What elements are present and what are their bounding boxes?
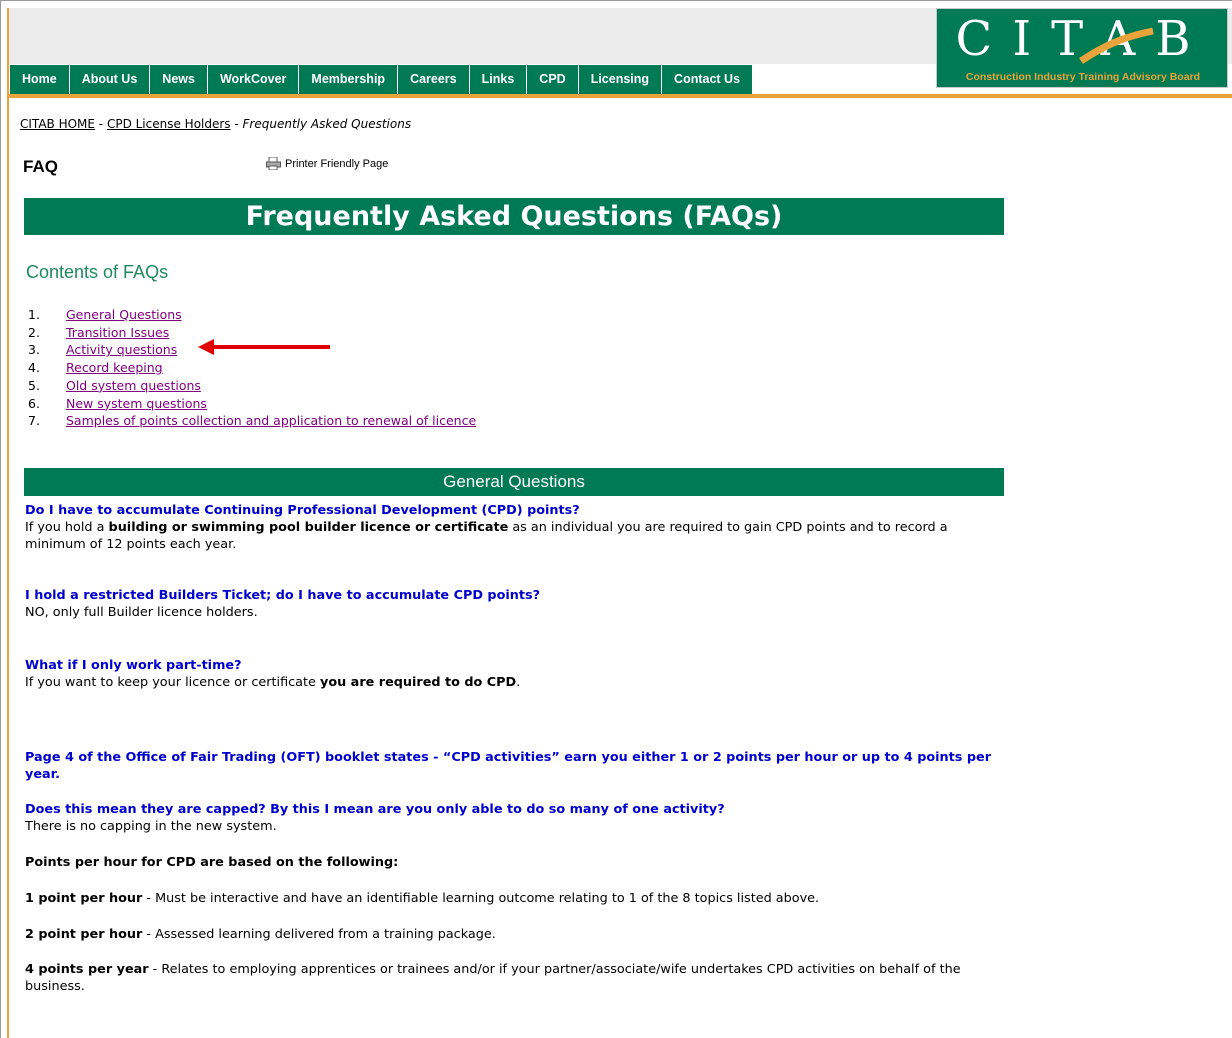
faq-item: Do I have to accumulate Continuing Profe… <box>25 502 1005 553</box>
printer-friendly-label: Printer Friendly Page <box>285 157 389 170</box>
toc-link-general-questions[interactable]: General Questions <box>66 307 182 322</box>
answer-emphasis: you are required to do CPD <box>319 675 517 690</box>
faq-contents-list: 1. General Questions 2. Transition Issues … <box>28 306 476 430</box>
breadcrumb-separator: - <box>94 117 107 131</box>
list-item: 4. Record keeping <box>28 359 476 377</box>
faq-item: I hold a restricted Builders Ticket; do … <box>25 587 1005 621</box>
nav-about-us[interactable]: About Us <box>70 65 151 94</box>
points-rule-text: - Assessed learning delivered from a tra… <box>142 927 496 942</box>
nav-contact-us[interactable]: Contact Us <box>662 65 752 94</box>
faq-answer: There is no capping in the new system. <box>25 819 277 834</box>
header-divider <box>8 94 1232 98</box>
faq-question: What if I only work part-time? <box>25 658 242 673</box>
toc-link-record-keeping[interactable]: Record keeping <box>66 360 163 375</box>
answer-text: If you want to keep your licence or cert… <box>25 675 320 690</box>
page-heading: FAQ <box>23 157 58 176</box>
toc-link-old-system-questions[interactable]: Old system questions <box>66 378 201 393</box>
toc-link-activity-questions[interactable]: Activity questions <box>66 342 177 357</box>
faq-item: Does this mean they are capped? By this … <box>25 801 1005 835</box>
red-arrow-icon <box>198 339 330 355</box>
main-nav: Home About Us News WorkCover Membership … <box>10 65 753 94</box>
points-rule-label: 2 point per hour <box>25 927 143 942</box>
points-heading: Points per hour for CPD are based on the… <box>25 855 399 870</box>
answer-text: . <box>516 675 521 690</box>
points-rule: 1 point per hour - Must be interactive a… <box>25 890 1005 907</box>
citab-logo[interactable]: CITAB Construction Industry Training Adv… <box>936 8 1228 88</box>
nav-cpd[interactable]: CPD <box>527 65 579 94</box>
list-number: 3. <box>28 342 40 358</box>
faq-item: Page 4 of the Office of Fair Trading (OF… <box>25 749 1005 783</box>
breadcrumb-home-link[interactable]: CITAB HOME <box>20 117 95 131</box>
faq-item: What if I only work part-time? If you wa… <box>25 657 1005 691</box>
list-number: 7. <box>28 413 40 429</box>
points-rule-label: 1 point per hour <box>25 891 143 906</box>
section-title-general-questions: General Questions <box>24 468 1004 496</box>
faq-question: Page 4 of the Office of Fair Trading (OF… <box>25 750 992 782</box>
nav-home[interactable]: Home <box>10 65 70 94</box>
toc-link-samples-of-points[interactable]: Samples of points collection and applica… <box>66 413 476 428</box>
nav-careers[interactable]: Careers <box>398 65 470 94</box>
list-number: 5. <box>28 377 40 393</box>
nav-membership[interactable]: Membership <box>299 65 399 94</box>
points-rule-text: - Relates to employing apprentices or tr… <box>25 962 961 994</box>
list-number: 1. <box>28 307 40 322</box>
list-item: 6. New system questions <box>28 395 476 413</box>
nav-workcover[interactable]: WorkCover <box>208 65 300 94</box>
list-number: 4. <box>28 360 40 376</box>
logo-tagline: Construction Industry Training Advisory … <box>965 71 1201 83</box>
list-item: 1. General Questions <box>28 306 476 324</box>
faq-answer: NO, only full Builder licence holders. <box>25 605 258 620</box>
nav-links[interactable]: Links <box>470 65 528 94</box>
breadcrumb-separator: - <box>230 117 243 131</box>
toc-link-transition-issues[interactable]: Transition Issues <box>66 325 169 340</box>
faq-question: I hold a restricted Builders Ticket; do … <box>25 588 541 603</box>
breadcrumb-current: Frequently Asked Questions <box>242 117 412 131</box>
points-rule-text: - Must be interactive and have an identi… <box>142 891 820 906</box>
points-rule: 2 point per hour - Assessed learning del… <box>25 926 1005 943</box>
points-rule-label: 4 points per year <box>25 962 149 977</box>
faq-answer: If you want to keep your licence or cert… <box>25 674 1005 691</box>
faq-question: Does this mean they are capped? By this … <box>25 802 725 817</box>
answer-text: If you hold a <box>25 520 109 535</box>
contents-title: Contents of FAQs <box>26 262 169 282</box>
list-item: 5. Old system questions <box>28 377 476 395</box>
faq-question: Do I have to accumulate Continuing Profe… <box>25 503 580 518</box>
answer-emphasis: building or swimming pool builder licenc… <box>108 520 509 535</box>
list-item: 7. Samples of points collection and appli… <box>28 412 476 430</box>
printer-friendly-link[interactable]: Printer Friendly Page <box>266 157 388 170</box>
left-accent-bar <box>7 8 9 1038</box>
printer-icon <box>266 157 281 170</box>
list-number: 6. <box>28 395 40 411</box>
breadcrumb: CITAB HOME - CPD License Holders - Frequ… <box>20 117 411 131</box>
points-rule: 4 points per year - Relates to employing… <box>25 961 1005 995</box>
faq-answer: If you hold a building or swimming pool … <box>25 519 1005 553</box>
list-number: 2. <box>28 324 40 340</box>
toc-link-new-system-questions[interactable]: New system questions <box>66 396 207 411</box>
nav-news[interactable]: News <box>150 65 208 94</box>
breadcrumb-section-link[interactable]: CPD License Holders <box>107 117 231 131</box>
main-title: Frequently Asked Questions (FAQs) <box>24 198 1004 235</box>
nav-licensing[interactable]: Licensing <box>579 65 663 94</box>
logo-swoosh-icon <box>1079 27 1154 64</box>
